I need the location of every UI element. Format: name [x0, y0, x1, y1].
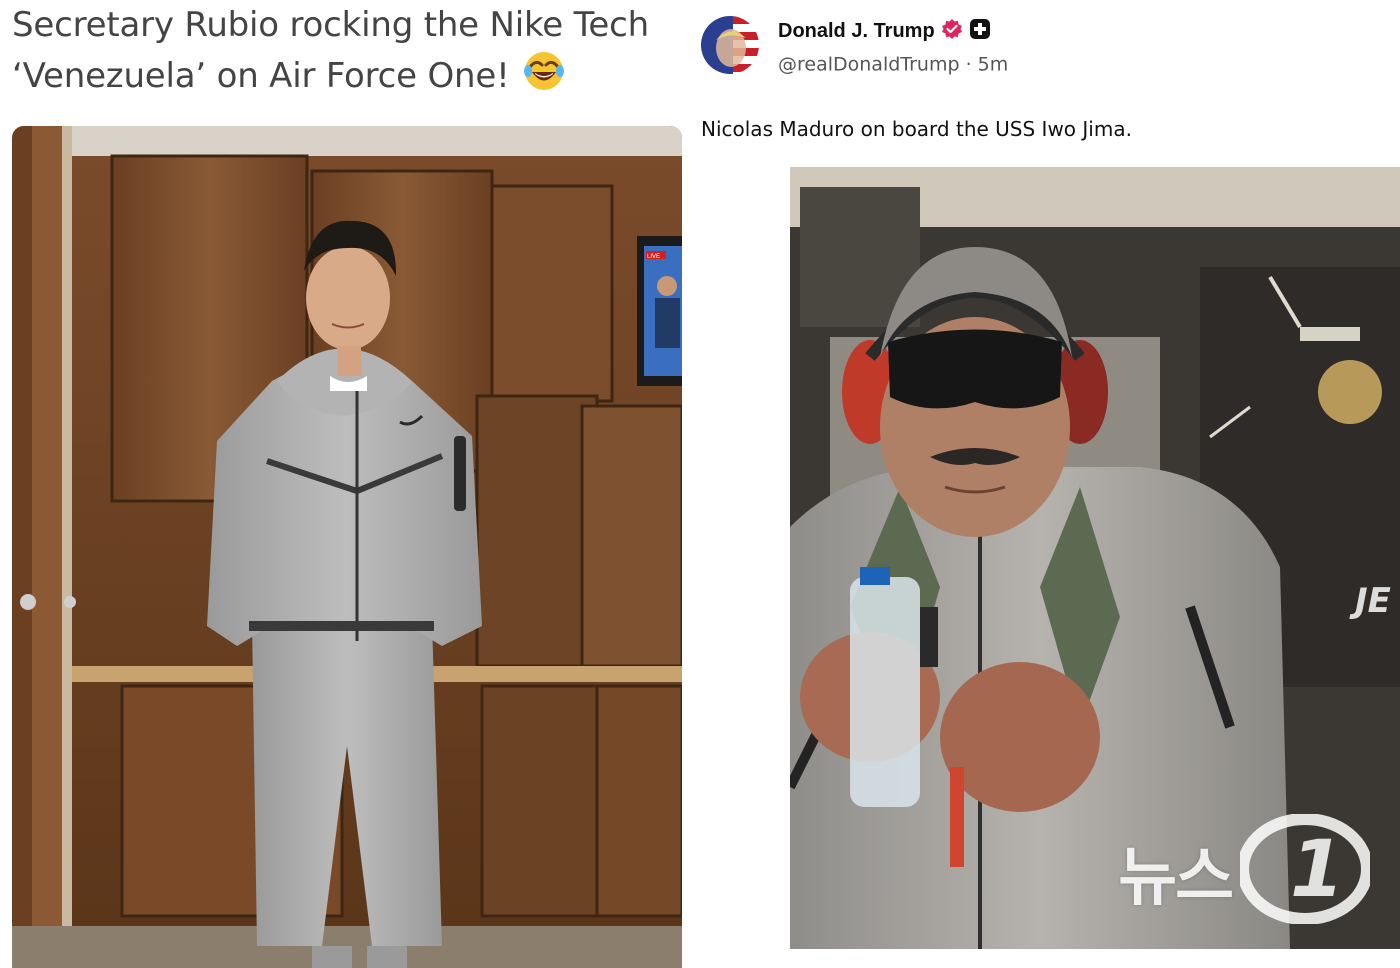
- laughing-emoji-icon: [522, 49, 566, 106]
- post-title-line-2: ‘Venezuela’ on Air Force One!: [12, 56, 510, 96]
- watermark-text: 뉴스: [1118, 840, 1234, 915]
- author-row: Donald J. Trump: [778, 18, 991, 44]
- author-name[interactable]: Donald J. Trump: [778, 20, 935, 43]
- background-letters: JE: [1349, 581, 1391, 621]
- author-handle[interactable]: @realDonaldTrump: [778, 54, 960, 76]
- handle-row: @realDonaldTrump · 5m: [778, 53, 1008, 76]
- news-watermark: 뉴스 1: [1118, 813, 1373, 929]
- maduro-photo[interactable]: JE 뉴스 1: [790, 167, 1400, 949]
- news1-logo-icon: 1: [1237, 813, 1373, 929]
- separator-dot: ·: [965, 53, 972, 76]
- post-title: Secretary Rubio rocking the Nike Tech ‘V…: [12, 2, 682, 106]
- right-post: Donald J. Trump @realDonaldTrump · 5m Ni…: [690, 0, 1400, 968]
- verified-badge-icon: [941, 18, 963, 45]
- left-post: Secretary Rubio rocking the Nike Tech ‘V…: [0, 0, 690, 968]
- tv-live-badge: LIVE: [647, 254, 660, 260]
- watermark-mark: 1: [1290, 825, 1344, 915]
- author-avatar[interactable]: [701, 16, 759, 74]
- rubio-photo[interactable]: LIVE: [12, 126, 682, 968]
- post-timestamp[interactable]: 5m: [978, 54, 1009, 76]
- post-text: Nicolas Maduro on board the USS Iwo Jima…: [701, 117, 1132, 141]
- government-badge-icon: [969, 18, 991, 45]
- post-title-line-1: Secretary Rubio rocking the Nike Tech: [12, 5, 649, 45]
